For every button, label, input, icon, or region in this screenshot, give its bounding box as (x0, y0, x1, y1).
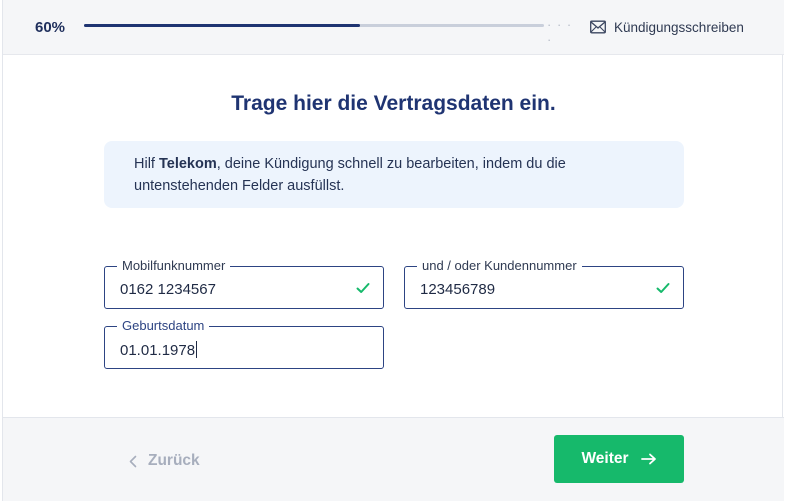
mobile-number-field[interactable]: Mobilfunknummer 0162 1234567 (104, 258, 384, 309)
chevron-left-icon (129, 455, 137, 467)
text-caret (196, 341, 198, 358)
next-button[interactable]: Weiter (554, 435, 684, 483)
customer-number-value: 123456789 (420, 281, 496, 298)
mobile-number-label: Mobilfunknummer (117, 258, 231, 273)
birthdate-field[interactable]: Geburtsdatum 01.01.1978 (104, 318, 384, 369)
progress-bar-fill (84, 24, 360, 27)
progress-dots: · · · · (547, 17, 573, 47)
info-prefix: Hilf (134, 156, 159, 172)
progress-bar (84, 24, 544, 27)
birthdate-label: Geburtsdatum (117, 318, 210, 333)
arrow-right-icon (640, 453, 656, 465)
customer-number-label: und / oder Kundennummer (417, 258, 582, 273)
app-frame: 60% · · · · Kündigungsschreiben Trage hi… (2, 0, 784, 501)
next-button-label: Weiter (581, 450, 629, 467)
back-button-label: Zurück (148, 452, 200, 469)
mobile-number-value: 0162 1234567 (120, 281, 216, 298)
page-title: Trage hier die Vertragsdaten ein. (231, 92, 556, 115)
footer-bar: Zurück Weiter (3, 417, 784, 501)
checkmark-icon (356, 283, 370, 293)
envelope-icon (590, 20, 606, 34)
customer-number-field[interactable]: und / oder Kundennummer 123456789 (404, 258, 684, 309)
progress-header: 60% · · · · Kündigungsschreiben (3, 0, 784, 55)
checkmark-icon (656, 283, 670, 293)
back-button[interactable]: Zurück (129, 452, 200, 470)
progress-percent: 60% (35, 19, 66, 36)
birthdate-text: 01.01.1978 (120, 342, 196, 359)
step-label: Kündigungsschreiben (614, 20, 744, 35)
birthdate-value: 01.01.1978 (120, 341, 198, 359)
info-company: Telekom (158, 156, 217, 172)
info-box: Hilf Telekom, deine Kündigung schnell zu… (104, 141, 684, 208)
